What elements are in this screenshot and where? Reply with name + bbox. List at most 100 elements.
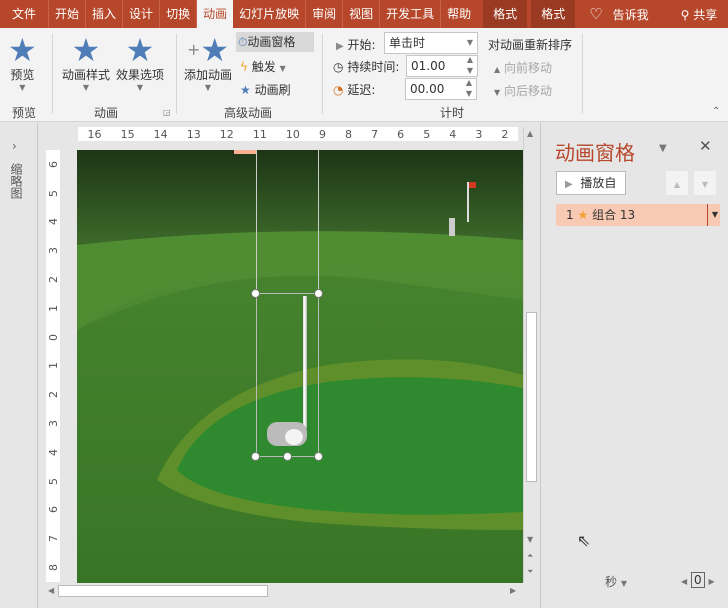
group-label-animation: 动画 <box>94 106 119 120</box>
duration-label: ◷ 持续时间: <box>333 60 400 74</box>
tab-file[interactable]: 文件 <box>0 0 50 28</box>
slide-canvas[interactable] <box>77 150 523 583</box>
next-slide-icon[interactable]: ⏷ <box>527 567 533 577</box>
tell-me[interactable]: 告诉我 <box>613 6 649 23</box>
tab-format-2[interactable]: 格式 <box>531 0 576 28</box>
delay-clock-icon: ◔ <box>333 83 344 97</box>
divider <box>176 34 177 114</box>
scroll-right-icon[interactable]: ▶ <box>510 586 516 595</box>
animation-painter-button[interactable]: ★ 动画刷 <box>240 81 291 98</box>
previous-slide-icon[interactable]: ⏶ <box>527 551 533 561</box>
ruler-tick-label: 4 <box>46 218 60 226</box>
pane-title: 动画窗格 <box>555 141 635 165</box>
resize-handle[interactable] <box>251 452 260 461</box>
play-icon: ▶ <box>336 41 344 52</box>
tab-slideshow[interactable]: 幻灯片放映 <box>233 0 307 28</box>
add-animation-button[interactable]: +★ 添加动画 ▼ <box>184 34 232 92</box>
ruler-tick-label: 1 <box>46 304 60 312</box>
star-icon: ★ <box>71 31 101 69</box>
resize-handle[interactable] <box>283 452 292 461</box>
ruler-tick-label: 3 <box>46 247 60 255</box>
close-icon[interactable]: ✕ <box>699 137 712 155</box>
collapse-ribbon-icon[interactable]: ⌃ <box>712 106 720 117</box>
move-later-button[interactable]: ▼ 向后移动 <box>494 82 552 99</box>
ruler-tick-label: 5 <box>423 127 431 141</box>
user-icon: ⚲ <box>680 7 694 22</box>
preview-button[interactable]: ★ 预览 ▼ <box>8 34 37 92</box>
item-dropdown-icon[interactable]: ▼ <box>706 204 718 226</box>
animation-pane: 动画窗格 ▼ ✕ ▶ 播放自 ▲ ▼ 1 ★ 组合 13 ▼ ⇖ 秒 ▼ ◀ 0… <box>540 123 728 608</box>
play-icon: ▶ <box>565 179 573 190</box>
share-button[interactable]: ⚲ 共享 <box>681 6 718 23</box>
scroll-left-icon[interactable]: ◀ <box>48 586 54 595</box>
ruler-tick-label: 15 <box>120 127 135 141</box>
pane-options-icon[interactable]: ▼ <box>659 143 667 154</box>
selected-group-13[interactable] <box>256 293 319 457</box>
start-select[interactable]: 单击时 ▼ <box>384 32 478 54</box>
move-up-button[interactable]: ▲ <box>666 171 688 195</box>
effect-options-button[interactable]: ★ 效果选项 ▼ <box>116 34 164 92</box>
divider <box>582 34 583 114</box>
tab-developer[interactable]: 开发工具 <box>380 0 442 28</box>
resize-handle[interactable] <box>314 289 323 298</box>
tab-insert[interactable]: 插入 <box>86 0 124 28</box>
golf-club-shaft <box>303 296 307 428</box>
lightning-icon: ϟ <box>240 60 248 74</box>
tab-design[interactable]: 设计 <box>123 0 161 28</box>
scroll-thumb[interactable] <box>58 585 268 597</box>
tab-view[interactable]: 视图 <box>343 0 381 28</box>
ruler-tick-label: 4 <box>46 448 60 456</box>
timeline-zoom[interactable]: ◀ 0 ▶ <box>681 572 715 588</box>
tab-help[interactable]: 帮助 <box>441 0 477 28</box>
animation-pane-icon: ⏱ <box>238 35 248 49</box>
ruler-tick-label: 6 <box>46 506 60 514</box>
animation-list-item[interactable]: 1 ★ 组合 13 ▼ <box>556 204 720 226</box>
time-unit-select[interactable]: 秒 ▼ <box>605 573 627 590</box>
resize-handle[interactable] <box>314 452 323 461</box>
expand-chevron-icon[interactable]: › <box>12 139 17 153</box>
ruler-tick-label: 7 <box>46 535 60 543</box>
ruler-tick-label: 7 <box>371 127 379 141</box>
star-icon: ★ <box>125 31 155 69</box>
scroll-down-icon[interactable]: ▼ <box>527 535 533 544</box>
horizontal-scrollbar[interactable]: ◀ ▶ <box>40 583 523 600</box>
ruler-tick-label: 2 <box>501 127 509 141</box>
tab-review[interactable]: 审阅 <box>306 0 344 28</box>
ribbon-tabs: 文件 开始 插入 设计 切换 动画 幻灯片放映 审阅 视图 开发工具 帮助 格式… <box>0 0 728 28</box>
ruler-tick-label: 1 <box>46 362 60 370</box>
ruler-tick-label: 3 <box>46 420 60 428</box>
move-earlier-button[interactable]: ▲ 向前移动 <box>494 59 552 76</box>
ruler-tick-label: 9 <box>318 127 326 141</box>
tab-transitions[interactable]: 切换 <box>160 0 198 28</box>
ruler-tick-label: 12 <box>219 127 234 141</box>
chevron-down-icon: ▼ <box>82 83 90 92</box>
painter-icon: ★ <box>240 83 251 97</box>
star-icon: ★ <box>577 208 589 222</box>
thumbnails-label[interactable]: 缩略图 <box>8 163 25 199</box>
tab-animations[interactable]: 动画 <box>197 0 234 28</box>
delay-stepper[interactable]: 00.00 ▲ ▼ <box>405 78 477 100</box>
resize-handle[interactable] <box>251 289 260 298</box>
horizontal-ruler: 16 15 14 13 12 11 10 9 8 7 6 5 4 3 2 <box>78 127 518 141</box>
scroll-up-icon[interactable]: ▲ <box>527 129 533 138</box>
lightbulb-icon: ♡ <box>589 5 603 23</box>
animation-pane-button[interactable]: ⏱动画窗格 <box>236 32 314 52</box>
ruler-tick-label: 5 <box>46 189 60 197</box>
ruler-tick-label: 3 <box>475 127 483 141</box>
animation-styles-button[interactable]: ★ 动画样式 ▼ <box>62 34 110 92</box>
dialog-launcher-icon[interactable]: ◲ <box>163 108 171 117</box>
vertical-scrollbar[interactable]: ▲ ▼ ⏶ ⏷ <box>523 127 539 583</box>
tab-home[interactable]: 开始 <box>49 0 87 28</box>
scroll-thumb[interactable] <box>526 312 537 482</box>
play-from-button[interactable]: ▶ 播放自 <box>556 171 626 195</box>
ruler-tick-label: 5 <box>46 477 60 485</box>
move-down-button[interactable]: ▼ <box>694 171 716 195</box>
group-label-timing: 计时 <box>440 106 465 120</box>
animation-tag <box>234 150 256 154</box>
chevron-down-icon: ▼ <box>19 83 26 92</box>
chevron-down-icon: ▼ <box>136 83 144 92</box>
vertical-ruler: 6 5 4 3 2 1 0 1 2 3 4 5 6 7 8 <box>46 150 60 582</box>
trigger-button[interactable]: ϟ 触发 ▼ <box>240 58 286 75</box>
tab-format-1[interactable]: 格式 <box>483 0 528 28</box>
duration-stepper[interactable]: 01.00 ▲ ▼ <box>406 55 478 77</box>
